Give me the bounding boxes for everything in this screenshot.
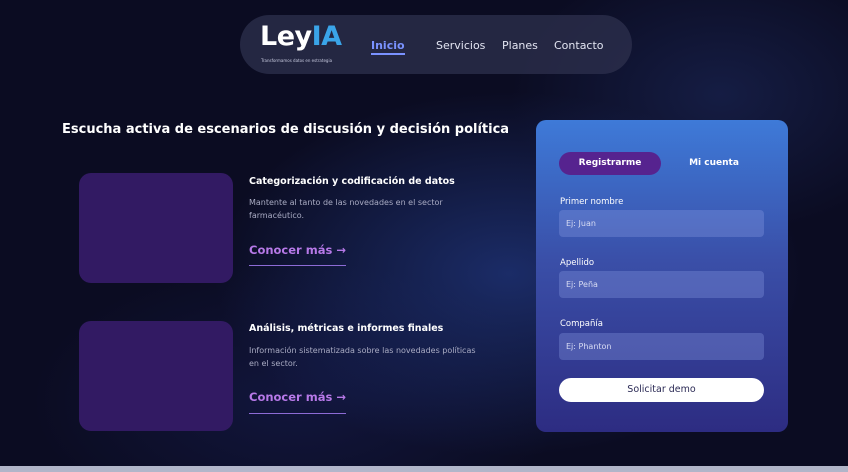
top-navigation: LeyIA Transformamos datos en estrategia … xyxy=(240,15,632,74)
logo-wordmark: LeyIA xyxy=(260,21,342,52)
first-name-label: Primer nombre xyxy=(560,197,624,207)
nav-contacto[interactable]: Contacto xyxy=(554,39,604,52)
service-learn-more-link[interactable]: Conocer más → xyxy=(249,390,346,404)
company-label: Compañía xyxy=(560,319,603,329)
service-image-placeholder xyxy=(79,321,233,431)
service-title: Análisis, métricas e informes finales xyxy=(249,323,444,334)
arrow-right-icon: → xyxy=(336,390,346,404)
page-headline: Escucha activa de escenarios de discusió… xyxy=(62,122,510,137)
service-title: Categorización y codificación de datos xyxy=(249,176,455,187)
signup-form-panel: Registrarme Mi cuenta Primer nombre Apel… xyxy=(536,120,788,432)
first-name-input[interactable] xyxy=(559,210,764,237)
company-input[interactable] xyxy=(559,333,764,360)
service-description: Información sistematizada sobre las nove… xyxy=(249,346,476,368)
service-link-label: Conocer más xyxy=(249,390,333,404)
request-demo-button[interactable]: Solicitar demo xyxy=(559,378,764,402)
brand-logo[interactable]: LeyIA Transformamos datos en estrategia xyxy=(260,21,355,66)
last-name-label: Apellido xyxy=(560,258,595,268)
service-learn-more-link[interactable]: Conocer más → xyxy=(249,243,346,257)
logo-ley: Ley xyxy=(260,21,312,52)
logo-tagline: Transformamos datos en estrategia xyxy=(261,58,333,63)
tab-registrarme[interactable]: Registrarme xyxy=(559,152,661,175)
service-description: Mantente al tanto de las novedades en el… xyxy=(249,198,443,220)
arrow-right-icon: → xyxy=(336,243,346,257)
nav-inicio[interactable]: Inicio xyxy=(371,39,405,55)
service-link-label: Conocer más xyxy=(249,243,333,257)
service-link-underline xyxy=(249,413,346,414)
bottom-edge xyxy=(0,466,848,472)
logo-ia: IA xyxy=(311,21,342,52)
service-image-placeholder xyxy=(79,173,233,283)
last-name-input[interactable] xyxy=(559,271,764,298)
nav-planes[interactable]: Planes xyxy=(502,39,538,52)
nav-servicios[interactable]: Servicios xyxy=(436,39,485,52)
tab-mi-cuenta[interactable]: Mi cuenta xyxy=(664,152,764,175)
service-link-underline xyxy=(249,265,346,266)
